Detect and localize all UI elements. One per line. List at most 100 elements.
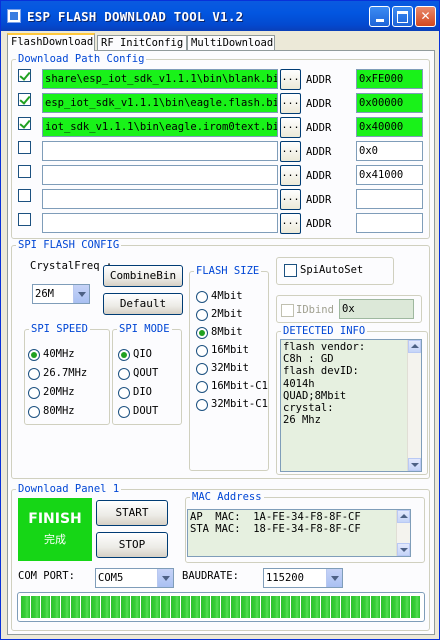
addr-label-2: ADDR — [306, 98, 332, 110]
text-line: crystal: — [283, 402, 334, 415]
app-icon — [7, 9, 21, 23]
browse-button-2[interactable]: ... — [280, 93, 301, 114]
minimize-icon — [375, 19, 384, 22]
addr-field-5[interactable]: 0x41000 — [356, 165, 423, 185]
flash-size-radio-1[interactable] — [196, 291, 208, 303]
idbind-field[interactable]: 0x — [339, 299, 414, 319]
status-sub-text: 完成 — [44, 533, 66, 546]
baudrate-select[interactable]: 115200 — [263, 568, 343, 588]
flash-size-option-label: 16Mbit-C1 — [211, 380, 268, 392]
spi-speed-radio-2[interactable] — [28, 368, 40, 380]
addr-field-4[interactable]: 0x0 — [356, 141, 423, 161]
path-checkbox-2[interactable] — [18, 93, 31, 106]
spi-mode-radio-1[interactable] — [118, 349, 130, 361]
path-checkbox-3[interactable] — [18, 117, 31, 130]
browse-button-7[interactable]: ... — [280, 213, 301, 234]
flash-size-radio-7[interactable] — [196, 399, 208, 411]
com-port-label: COM PORT: — [18, 570, 75, 582]
com-port-value: COM5 — [98, 572, 124, 584]
flash-size-option-label: 2Mbit — [211, 308, 243, 320]
path-field-7[interactable] — [42, 213, 278, 233]
spi-speed-radio-1[interactable] — [28, 349, 40, 361]
detected-info-scrollbar[interactable] — [407, 340, 421, 471]
chevron-down-icon[interactable] — [157, 569, 173, 587]
title-bar[interactable]: ESP FLASH DOWNLOAD TOOL V1.2 ✕ — [1, 1, 439, 31]
text-line: STA MAC: 18-FE-34-F8-8F-CF — [190, 523, 361, 535]
path-field-5[interactable] — [42, 165, 278, 185]
stop-button[interactable]: STOP — [96, 532, 168, 558]
path-checkbox-5[interactable] — [18, 165, 31, 178]
spi-speed-radio-4[interactable] — [28, 406, 40, 418]
browse-button-6[interactable]: ... — [280, 189, 301, 210]
idbind-checkbox[interactable] — [281, 304, 294, 317]
minimize-button[interactable] — [369, 6, 390, 27]
tab-rf-initconfig[interactable]: RF InitConfig — [97, 35, 187, 51]
scroll-down-icon[interactable] — [397, 543, 410, 556]
path-field-1[interactable]: share\esp_iot_sdk_v1.1.1\bin\blank.bin — [42, 69, 278, 89]
mac-address-textbox[interactable]: AP MAC: 1A-FE-34-F8-8F-CF STA MAC: 18-FE-… — [187, 509, 411, 557]
detected-info-textbox[interactable]: flash vendor: C8h : GD flash devID: 4014h QU… — [280, 339, 422, 472]
mac-scrollbar[interactable] — [396, 510, 410, 556]
browse-button-5[interactable]: ... — [280, 165, 301, 186]
close-button[interactable]: ✕ — [415, 6, 436, 27]
combinebin-button[interactable]: CombineBin — [103, 265, 183, 287]
spi-autoset-checkbox[interactable] — [284, 264, 297, 277]
spi-speed-legend: SPI SPEED — [31, 323, 88, 335]
browse-button-1[interactable]: ... — [280, 69, 301, 90]
addr-label-1: ADDR — [306, 74, 332, 86]
path-field-4[interactable] — [42, 141, 278, 161]
scroll-down-icon[interactable] — [408, 458, 421, 471]
addr-field-1[interactable]: 0xFE000 — [356, 69, 423, 89]
tab-multidownload[interactable]: MultiDownload — [187, 35, 275, 51]
spi-mode-option-label: DOUT — [133, 405, 159, 417]
spi-mode-radio-3[interactable] — [118, 387, 130, 399]
flash-size-option-label: 32Mbit-C1 — [211, 398, 268, 410]
scroll-up-icon[interactable] — [397, 510, 410, 523]
text-line: C8h : GD — [283, 353, 334, 366]
crystal-freq-value: 26M — [35, 288, 54, 300]
spi-mode-radio-4[interactable] — [118, 406, 130, 418]
addr-field-2[interactable]: 0x00000 — [356, 93, 423, 113]
flash-size-radio-2[interactable] — [196, 309, 208, 321]
flash-size-option-label: 16Mbit — [211, 344, 249, 356]
idbind-label: IDbind — [296, 304, 334, 316]
flash-size-radio-5[interactable] — [196, 363, 208, 375]
chevron-down-icon[interactable] — [73, 285, 89, 303]
window-title: ESP FLASH DOWNLOAD TOOL V1.2 — [27, 9, 244, 24]
addr-field-7[interactable] — [356, 213, 423, 233]
path-checkbox-6[interactable] — [18, 189, 31, 202]
flash-size-radio-3[interactable] — [196, 327, 208, 339]
start-button[interactable]: START — [96, 500, 168, 526]
download-path-legend: Download Path Config — [18, 53, 145, 65]
addr-field-6[interactable] — [356, 189, 423, 209]
spi-speed-radio-3[interactable] — [28, 387, 40, 399]
flash-size-radio-4[interactable] — [196, 345, 208, 357]
path-checkbox-4[interactable] — [18, 141, 31, 154]
path-field-2[interactable]: esp_iot_sdk_v1.1.1\bin\eagle.flash.bin — [42, 93, 278, 113]
crystal-freq-select[interactable]: 26M — [32, 284, 90, 304]
chevron-down-icon[interactable] — [326, 569, 342, 587]
maximize-button[interactable] — [392, 6, 413, 27]
browse-button-3[interactable]: ... — [280, 117, 301, 138]
addr-label-3: ADDR — [306, 122, 332, 134]
path-field-3[interactable]: iot_sdk_v1.1.1\bin\eagle.irom0text.bin — [42, 117, 278, 137]
browse-button-4[interactable]: ... — [280, 141, 301, 162]
spi-mode-option-label: DIO — [133, 386, 152, 398]
spi-speed-option-label: 40MHz — [43, 348, 75, 360]
flash-size-radio-6[interactable] — [196, 381, 208, 393]
path-checkbox-1[interactable] — [18, 69, 31, 82]
com-port-select[interactable]: COM5 — [95, 568, 174, 588]
flash-size-legend: FLASH SIZE — [196, 265, 260, 277]
spi-mode-radio-2[interactable] — [118, 368, 130, 380]
app-window: ESP FLASH DOWNLOAD TOOL V1.2 ✕ FlashDown… — [0, 0, 440, 640]
spi-flash-config-legend: SPI FLASH CONFIG — [18, 239, 120, 251]
addr-field-3[interactable]: 0x40000 — [356, 117, 423, 137]
default-button[interactable]: Default — [103, 293, 183, 315]
spi-autoset-label: SpiAutoSet — [300, 264, 364, 276]
path-field-6[interactable] — [42, 189, 278, 209]
path-checkbox-7[interactable] — [18, 213, 31, 226]
tab-flashdownload[interactable]: FlashDownload — [7, 33, 95, 51]
spi-speed-option-label: 20MHz — [43, 386, 75, 398]
mac-address-legend: MAC Address — [192, 491, 262, 503]
scroll-up-icon[interactable] — [408, 340, 421, 353]
